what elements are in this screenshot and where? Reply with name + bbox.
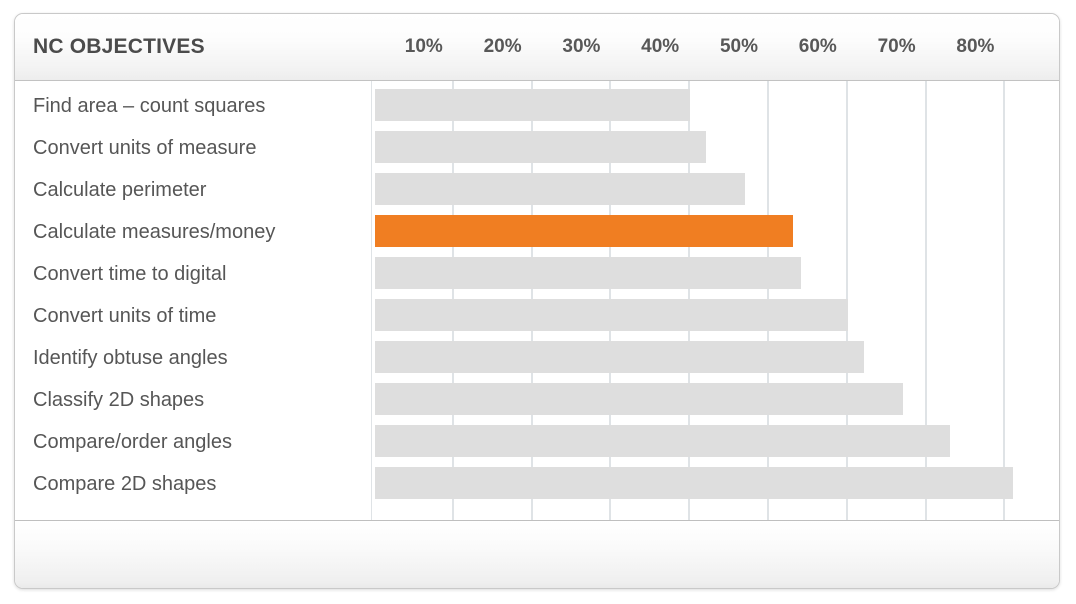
bar-plot-area [373,81,1059,522]
bar[interactable] [375,173,745,205]
axis-tick-label-40: 40% [641,14,679,80]
page-title: NC OBJECTIVES [33,14,205,80]
bar[interactable] [375,299,848,331]
axis-tick-label-70: 70% [878,14,916,80]
axis-tick-label-20: 20% [484,14,522,80]
objective-label: Convert time to digital [33,253,363,295]
axis-tick-label-80: 80% [956,14,994,80]
chart-body: Find area – count squaresConvert units o… [15,81,1059,522]
bar[interactable] [375,341,864,373]
bar[interactable] [375,425,950,457]
objective-label-column: Find area – count squaresConvert units o… [15,81,372,522]
bar[interactable] [375,131,706,163]
axis-tick-label-10: 10% [405,14,443,80]
objective-label: Classify 2D shapes [33,379,363,421]
bar[interactable] [375,257,801,289]
axis-tick-label-60: 60% [799,14,837,80]
bar[interactable] [375,89,690,121]
chart-panel: NC OBJECTIVES 10% 20% 30% 40% 50% 60% 70% 80% F… [14,13,1060,589]
axis-tick-label-30: 30% [562,14,600,80]
bar[interactable] [375,383,903,415]
bar-highlighted[interactable] [375,215,793,247]
gridline-80 [1003,81,1005,522]
objective-label: Identify obtuse angles [33,337,363,379]
objective-label: Convert units of time [33,295,363,337]
objective-label: Find area – count squares [33,85,363,127]
axis-tick-label-50: 50% [720,14,758,80]
objective-label: Compare 2D shapes [33,463,363,505]
objective-label: Calculate perimeter [33,169,363,211]
chart-footer [15,520,1059,588]
objective-label: Compare/order angles [33,421,363,463]
objective-label: Convert units of measure [33,127,363,169]
objective-label: Calculate measures/money [33,211,363,253]
bar[interactable] [375,467,1013,499]
chart-header: NC OBJECTIVES 10% 20% 30% 40% 50% 60% 70% 80% [15,14,1059,81]
